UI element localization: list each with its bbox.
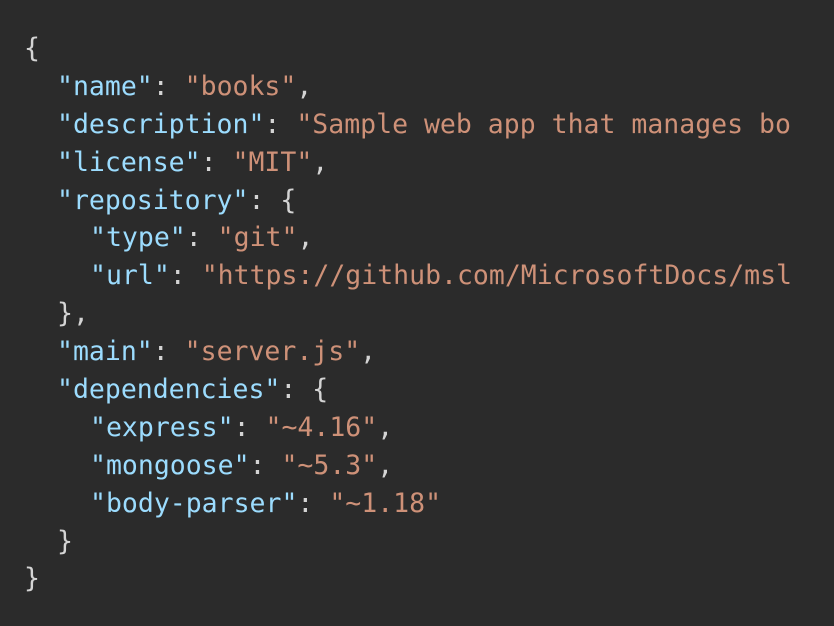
code-line-name: "name": "books",: [57, 70, 313, 102]
json-key-body-parser: "body-parser": [90, 487, 298, 519]
dependencies-close-brace: }: [57, 525, 73, 557]
json-value-main: "server.js": [184, 336, 361, 368]
json-value-license: "MIT": [232, 146, 313, 178]
code-editor[interactable]: { "name": "books", "description": "Sampl…: [0, 0, 834, 626]
json-value-name: "books": [184, 70, 297, 102]
json-key-url: "url": [90, 260, 170, 292]
json-value-description: "Sample web app that manages bo: [296, 108, 791, 140]
repository-close-brace: },: [57, 298, 89, 330]
json-key-repository: "repository": [57, 184, 249, 216]
json-key-name: "name": [57, 70, 153, 102]
code-line-dependencies: "dependencies": {: [57, 374, 329, 406]
open-brace: {: [24, 33, 40, 64]
code-line-open-brace: {: [0, 30, 834, 68]
code-line-dependencies-close: }: [0, 523, 834, 561]
code-line-repository: "repository": {: [57, 184, 297, 216]
code-line-body-parser: "body-parser": "~1.18": [90, 487, 442, 519]
code-line-repository-close: },: [0, 295, 834, 333]
json-value-url: "https://github.com/MicrosoftDocs/msl: [201, 260, 793, 292]
json-value-type: "git": [217, 222, 298, 254]
json-key-express: "express": [90, 411, 234, 443]
code-line-type: "type": "git",: [90, 222, 314, 254]
json-key-type: "type": [90, 222, 186, 254]
json-key-description: "description": [57, 108, 265, 140]
code-line-express: "express": "~4.16",: [90, 411, 394, 443]
json-key-license: "license": [57, 146, 201, 178]
code-line-main: "main": "server.js",: [57, 336, 377, 368]
close-brace: }: [24, 563, 40, 595]
json-key-dependencies: "dependencies": [57, 374, 281, 406]
code-line-license: "license": "MIT",: [57, 146, 329, 178]
code-line-close-brace: }: [0, 560, 834, 598]
json-key-mongoose: "mongoose": [90, 449, 250, 481]
json-value-express: "~4.16": [265, 411, 378, 443]
json-value-body-parser: "~1.18": [329, 487, 442, 519]
json-value-mongoose: "~5.3": [281, 449, 378, 481]
json-key-main: "main": [57, 336, 153, 368]
code-line-url: "url": "https://github.com/MicrosoftDocs…: [90, 260, 793, 292]
code-line-mongoose: "mongoose": "~5.3",: [90, 449, 394, 481]
code-line-description: "description": "Sample web app that mana…: [57, 108, 791, 140]
